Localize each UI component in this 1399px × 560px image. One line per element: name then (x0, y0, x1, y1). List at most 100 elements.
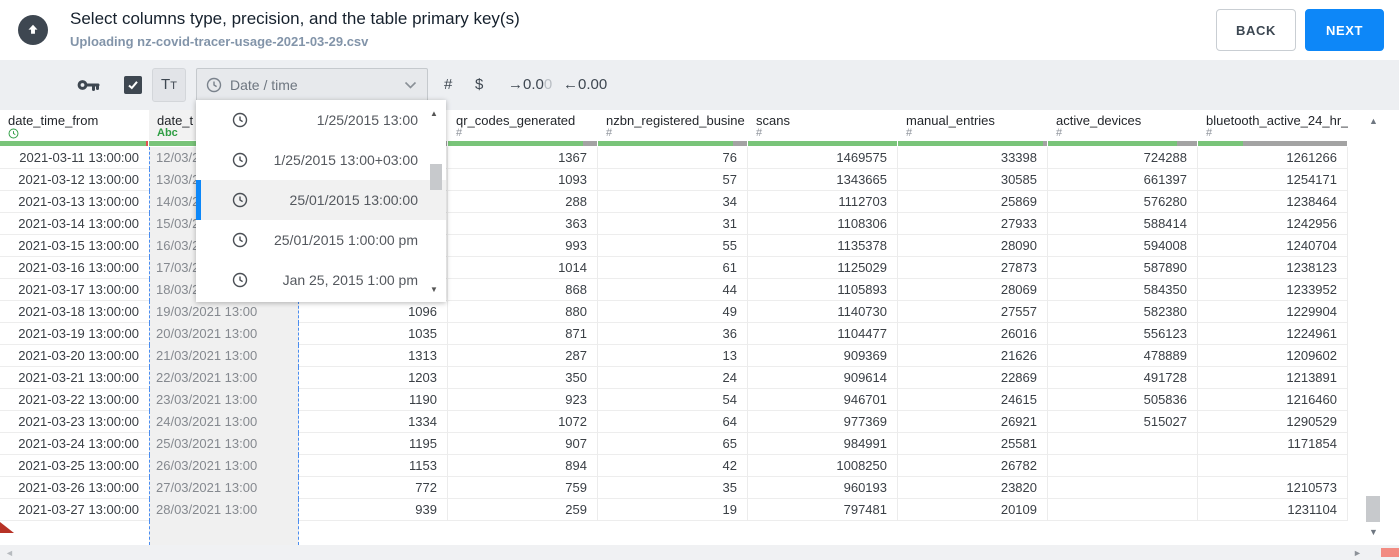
table-cell[interactable]: 25/03/2021 13:00 (149, 433, 299, 455)
table-cell[interactable]: 288 (448, 191, 598, 213)
table-cell[interactable]: 55 (598, 235, 748, 257)
table-cell[interactable]: 1233952 (1198, 279, 1348, 301)
table-cell[interactable]: 909614 (748, 367, 898, 389)
table-cell[interactable]: 2021-03-27 13:00:00 (0, 499, 149, 521)
next-button[interactable]: NEXT (1305, 9, 1384, 51)
table-cell[interactable]: 478889 (1048, 345, 1198, 367)
table-cell[interactable]: 1231104 (1198, 499, 1348, 521)
vertical-scrollbar-thumb[interactable] (1366, 496, 1380, 522)
table-cell[interactable]: 1242956 (1198, 213, 1348, 235)
table-cell[interactable]: 1213891 (1198, 367, 1348, 389)
table-cell[interactable]: 772 (299, 477, 448, 499)
table-cell[interactable]: 1072 (448, 411, 598, 433)
table-cell[interactable]: 65 (598, 433, 748, 455)
table-cell[interactable]: 759 (448, 477, 598, 499)
table-cell[interactable]: 939 (299, 499, 448, 521)
table-cell[interactable]: 1096 (299, 301, 448, 323)
table-cell[interactable]: 61 (598, 257, 748, 279)
table-cell[interactable]: 2021-03-26 13:00:00 (0, 477, 149, 499)
table-cell[interactable]: 44 (598, 279, 748, 301)
table-cell[interactable]: 923 (448, 389, 598, 411)
table-cell[interactable]: 19 (598, 499, 748, 521)
dropdown-scroll-down-icon[interactable]: ▼ (427, 285, 441, 294)
table-cell[interactable]: 2021-03-25 13:00:00 (0, 455, 149, 477)
table-cell[interactable]: 1240704 (1198, 235, 1348, 257)
table-cell[interactable]: 20109 (898, 499, 1048, 521)
table-cell[interactable]: 1469575 (748, 147, 898, 169)
table-cell[interactable]: 2021-03-19 13:00:00 (0, 323, 149, 345)
table-cell[interactable]: 1112703 (748, 191, 898, 213)
table-cell[interactable]: 27/03/2021 13:00 (149, 477, 299, 499)
table-cell[interactable]: 42 (598, 455, 748, 477)
table-cell[interactable]: 24/03/2021 13:00 (149, 411, 299, 433)
table-cell[interactable]: 26782 (898, 455, 1048, 477)
table-cell[interactable]: 22/03/2021 13:00 (149, 367, 299, 389)
table-cell[interactable] (1048, 433, 1198, 455)
currency-type-button[interactable]: $ (475, 76, 483, 93)
table-cell[interactable]: 1093 (448, 169, 598, 191)
table-cell[interactable] (1048, 499, 1198, 521)
column-header[interactable]: bluetooth_active_24_hr_ (1198, 110, 1348, 128)
vertical-scroll-down-icon[interactable]: ▼ (1366, 527, 1381, 537)
table-cell[interactable]: 1313 (299, 345, 448, 367)
table-cell[interactable]: 26/03/2021 13:00 (149, 455, 299, 477)
table-cell[interactable]: 30585 (898, 169, 1048, 191)
table-cell[interactable]: 33398 (898, 147, 1048, 169)
horizontal-scroll-right-icon[interactable]: ► (1353, 548, 1362, 558)
table-cell[interactable]: 25581 (898, 433, 1048, 455)
table-cell[interactable]: 1108306 (748, 213, 898, 235)
table-cell[interactable]: 1238123 (1198, 257, 1348, 279)
table-cell[interactable]: 2021-03-24 13:00:00 (0, 433, 149, 455)
table-cell[interactable]: 1224961 (1198, 323, 1348, 345)
table-cell[interactable]: 31 (598, 213, 748, 235)
table-cell[interactable]: 582380 (1048, 301, 1198, 323)
table-cell[interactable]: 894 (448, 455, 598, 477)
table-cell[interactable]: 1210573 (1198, 477, 1348, 499)
table-cell[interactable]: 76 (598, 147, 748, 169)
dropdown-scroll-up-icon[interactable]: ▲ (427, 109, 441, 118)
horizontal-scrollbar-thumb[interactable] (1381, 548, 1399, 557)
table-cell[interactable]: 576280 (1048, 191, 1198, 213)
table-cell[interactable] (1048, 477, 1198, 499)
table-cell[interactable]: 946701 (748, 389, 898, 411)
table-cell[interactable]: 1153 (299, 455, 448, 477)
horizontal-scrollbar-track[interactable]: ◄ ► (0, 545, 1399, 560)
date-format-option[interactable]: 1/25/2015 13:00 (196, 100, 446, 140)
table-cell[interactable]: 1105893 (748, 279, 898, 301)
table-cell[interactable]: 491728 (1048, 367, 1198, 389)
horizontal-scroll-left-icon[interactable]: ◄ (5, 548, 14, 558)
table-cell[interactable]: 24 (598, 367, 748, 389)
table-cell[interactable]: 2021-03-18 13:00:00 (0, 301, 149, 323)
table-cell[interactable]: 1190 (299, 389, 448, 411)
table-cell[interactable]: 1135378 (748, 235, 898, 257)
table-cell[interactable]: 2021-03-21 13:00:00 (0, 367, 149, 389)
column-header[interactable]: date_time_from (0, 110, 149, 128)
table-cell[interactable] (1198, 455, 1348, 477)
table-cell[interactable]: 1343665 (748, 169, 898, 191)
table-cell[interactable]: 868 (448, 279, 598, 301)
table-cell[interactable]: 27933 (898, 213, 1048, 235)
table-cell[interactable]: 28/03/2021 13:00 (149, 499, 299, 521)
table-cell[interactable]: 2021-03-15 13:00:00 (0, 235, 149, 257)
table-cell[interactable]: 1195 (299, 433, 448, 455)
dropdown-scrollbar-thumb[interactable] (430, 164, 442, 190)
table-cell[interactable]: 287 (448, 345, 598, 367)
table-cell[interactable]: 724288 (1048, 147, 1198, 169)
table-cell[interactable]: 1254171 (1198, 169, 1348, 191)
table-cell[interactable]: 960193 (748, 477, 898, 499)
date-format-option[interactable]: 25/01/2015 1:00:00 pm (196, 220, 446, 260)
date-format-option[interactable]: 1/25/2015 13:00+03:00 (196, 140, 446, 180)
table-cell[interactable]: 1238464 (1198, 191, 1348, 213)
table-cell[interactable]: 21/03/2021 13:00 (149, 345, 299, 367)
table-cell[interactable]: 54 (598, 389, 748, 411)
number-type-button[interactable]: # (444, 76, 452, 93)
table-cell[interactable]: 27557 (898, 301, 1048, 323)
table-cell[interactable]: 880 (448, 301, 598, 323)
table-cell[interactable]: 19/03/2021 13:00 (149, 301, 299, 323)
table-cell[interactable]: 1140730 (748, 301, 898, 323)
table-cell[interactable]: 23820 (898, 477, 1048, 499)
table-cell[interactable]: 363 (448, 213, 598, 235)
table-cell[interactable]: 21626 (898, 345, 1048, 367)
column-header[interactable]: nzbn_registered_busine (598, 110, 748, 128)
table-cell[interactable]: 1104477 (748, 323, 898, 345)
